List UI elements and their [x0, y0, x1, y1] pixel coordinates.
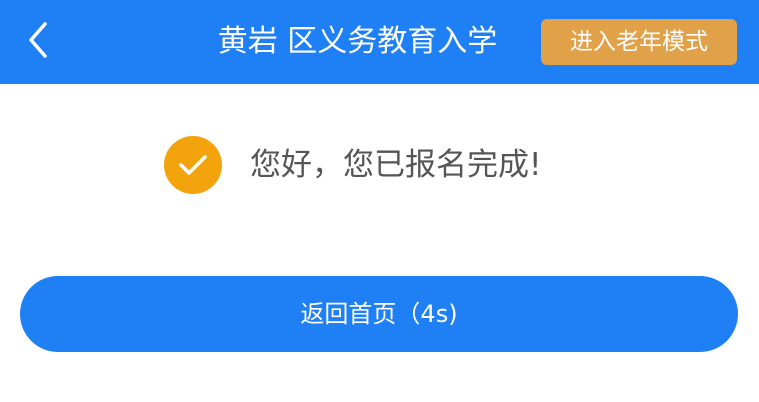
- return-home-button[interactable]: 返回首页（4s): [20, 276, 738, 352]
- top-bar: 黄岩 区义务教育入学 进入老年模式: [0, 0, 759, 84]
- check-circle-icon: [164, 136, 222, 194]
- chevron-left-icon: [25, 20, 51, 64]
- success-text: 您好，您已报名完成!: [250, 147, 542, 183]
- success-message-row: 您好，您已报名完成!: [0, 136, 759, 196]
- elder-mode-button[interactable]: 进入老年模式: [541, 19, 737, 65]
- page-title: 黄岩 区义务教育入学: [217, 24, 498, 59]
- back-button[interactable]: [16, 18, 60, 66]
